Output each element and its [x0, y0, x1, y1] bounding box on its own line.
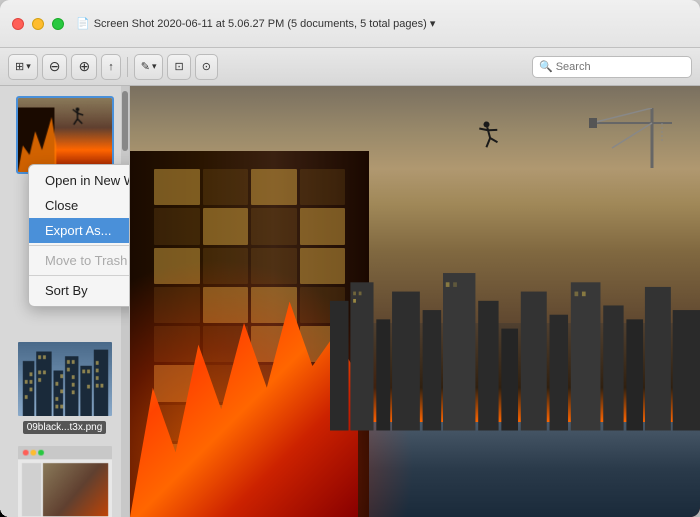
tools-button[interactable]: ⊙ [195, 54, 218, 80]
zoom-out-button[interactable]: ⊖ [42, 54, 68, 80]
traffic-lights [12, 18, 64, 30]
grid-view-button[interactable]: ⊞ ▾ [8, 54, 38, 80]
toolbar: ⊞ ▾ ⊖ ⊕ ↑ ✎ ▾ ⊡ ⊙ 🔍 [0, 48, 700, 86]
window-cell [154, 169, 200, 205]
thumbnail-canvas-2 [18, 342, 112, 416]
context-menu-item-move-to-trash: Move to Trash [29, 248, 130, 273]
main-window: 📄 Screen Shot 2020-06-11 at 5.06.27 PM (… [0, 0, 700, 517]
grid-view-icon: ⊞ [15, 60, 24, 73]
thumbnail-image-1 [16, 96, 114, 174]
window-cell [203, 169, 249, 205]
annotate-icon: ✎ [141, 60, 150, 73]
context-menu-item-sort-by[interactable]: Sort By ▶ [29, 278, 130, 303]
tools-icon: ⊙ [202, 60, 211, 73]
preview-area [130, 86, 700, 517]
context-menu-separator-2 [29, 275, 130, 276]
window-cell [251, 169, 297, 205]
context-menu-item-close[interactable]: Close [29, 193, 130, 218]
close-button[interactable] [12, 18, 24, 30]
thumbnail-canvas-1 [18, 98, 112, 172]
zoom-in-button[interactable]: ⊕ [71, 54, 97, 80]
annotate-button[interactable]: ✎ ▾ [134, 54, 164, 80]
thumbnail-label-2: 09black...t3x.png [23, 421, 107, 434]
share-icon: ↑ [108, 61, 114, 73]
window-cell [154, 208, 200, 244]
sort-by-label: Sort By [45, 283, 88, 298]
sidebar-scroll-thumb[interactable] [122, 91, 128, 151]
main-area: Screen... Open in New Window Close Expor… [0, 86, 700, 517]
sidebar: Screen... Open in New Window Close Expor… [0, 86, 130, 517]
open-new-window-label: Open in New Window [45, 173, 130, 188]
search-box[interactable]: 🔍 [532, 56, 692, 78]
crane-svg [572, 108, 672, 168]
context-menu: Open in New Window Close Export As... Mo… [28, 164, 130, 307]
move-to-trash-label: Move to Trash [45, 253, 127, 268]
titlebar: 📄 Screen Shot 2020-06-11 at 5.06.27 PM (… [0, 0, 700, 48]
search-icon: 🔍 [539, 60, 553, 73]
window-cell [300, 169, 346, 205]
crop-icon: ⊡ [174, 60, 183, 73]
annotate-chevron: ▾ [152, 61, 157, 72]
grid-view-chevron: ▾ [26, 61, 31, 72]
crop-button[interactable]: ⊡ [167, 54, 190, 80]
zoom-in-icon: ⊕ [78, 58, 90, 75]
export-as-label: Export As... [45, 223, 111, 238]
share-button[interactable]: ↑ [101, 54, 121, 80]
close-label: Close [45, 198, 78, 213]
city-buildings-svg [330, 215, 700, 431]
window-cell [251, 208, 297, 244]
fullscreen-button[interactable] [52, 18, 64, 30]
document-icon: 📄 [76, 17, 90, 30]
scene-background [130, 86, 700, 517]
thumbnail-item-2[interactable]: 09black...t3x.png [4, 338, 125, 436]
window-title: Screen Shot 2020-06-11 at 5.06.27 PM (5 … [94, 17, 436, 30]
thumbnail-image-2 [16, 340, 114, 418]
thumbnail-item-3[interactable]: Screen...7.55 PM [4, 442, 125, 517]
thumbnail-canvas-3 [18, 446, 112, 517]
minimize-button[interactable] [32, 18, 44, 30]
window-cell [203, 208, 249, 244]
context-menu-item-open-new-window[interactable]: Open in New Window [29, 168, 130, 193]
context-menu-item-export-as[interactable]: Export As... [29, 218, 130, 243]
zoom-out-icon: ⊖ [49, 58, 61, 75]
toolbar-separator-1 [127, 57, 128, 77]
context-menu-separator [29, 245, 130, 246]
search-input[interactable] [556, 61, 685, 73]
thumbnail-image-3 [16, 444, 114, 517]
